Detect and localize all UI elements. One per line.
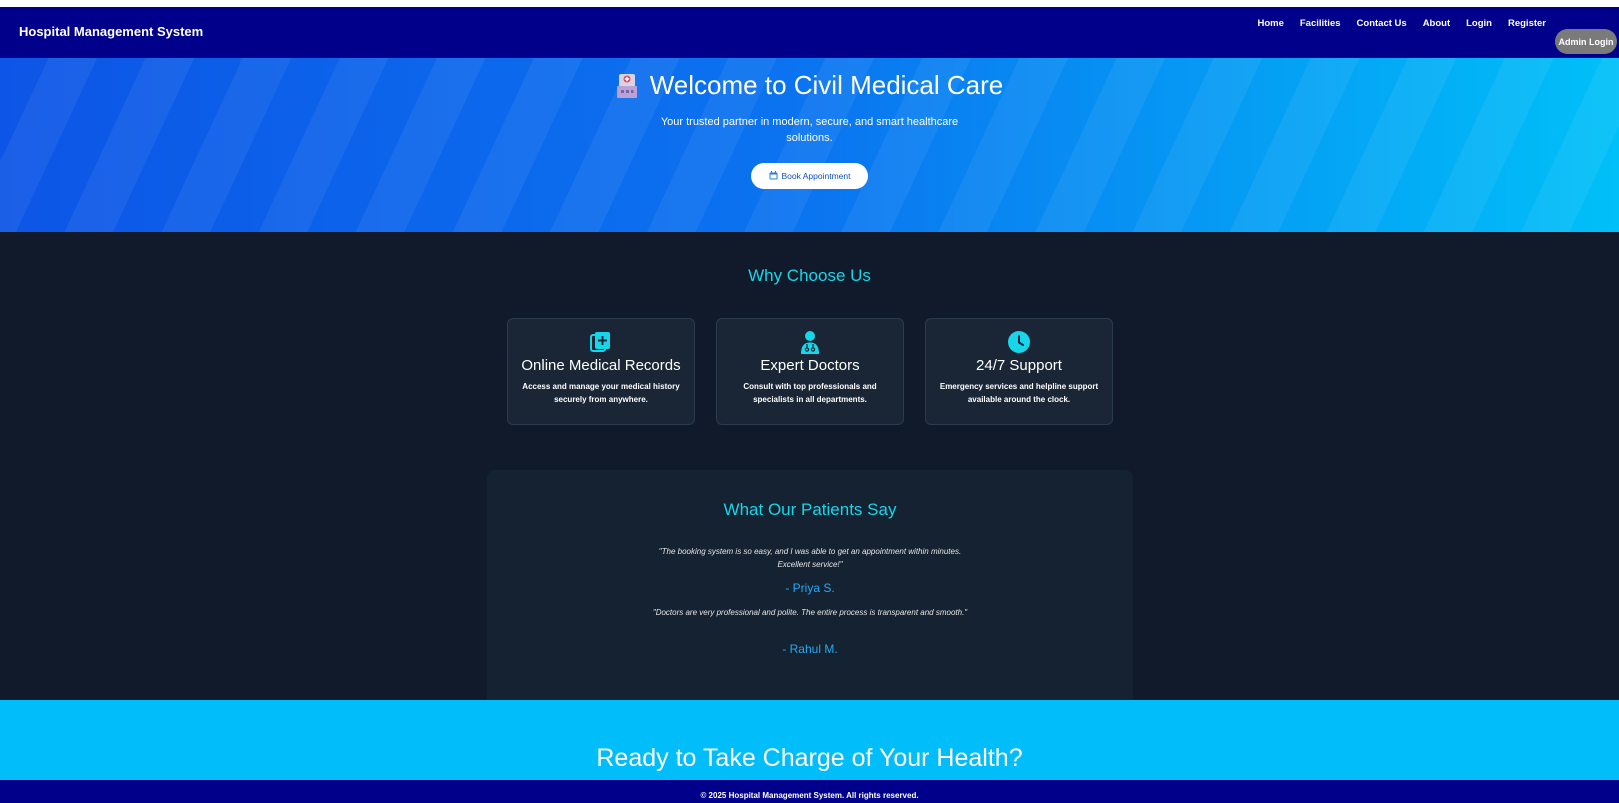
admin-login-button[interactable]: Admin Login (1555, 29, 1617, 54)
hospital-icon (616, 72, 638, 100)
cta-title: Ready to Take Charge of Your Health? (596, 744, 1023, 772)
testimonials-title: What Our Patients Say (723, 500, 897, 519)
doctor-icon (798, 330, 822, 354)
navbar: Hospital Management System Home Faciliti… (0, 7, 1619, 58)
nav-link-about[interactable]: About (1423, 18, 1450, 29)
book-appointment-button[interactable]: Book Appointment (751, 163, 868, 189)
feature-card-description: Consult with top professionals and speci… (743, 382, 877, 404)
hero-title-row: Welcome to Civil Medical Care (0, 70, 1619, 101)
hero-subtitle: Your trusted partner in modern, secure, … (660, 116, 959, 144)
testimonial-quote: "Doctors are very professional and polit… (652, 608, 968, 617)
nav-link-home[interactable]: Home (1257, 18, 1283, 29)
medical-records-icon (589, 330, 613, 354)
testimonial-author: - Rahul M. (782, 642, 838, 656)
why-choose-us-section: Why Choose Us Online Medical Records Acc… (0, 232, 1619, 700)
page: Hospital Management System Home Faciliti… (0, 0, 1619, 803)
book-appointment-label: Book Appointment (781, 171, 851, 181)
testimonial-author: - Priya S. (785, 581, 835, 595)
hero-title: Welcome to Civil Medical Care (649, 70, 1004, 100)
footer: © 2025 Hospital Management System. All r… (0, 780, 1619, 803)
testimonials-box: What Our Patients Say "The booking syste… (487, 470, 1133, 700)
feature-card-description: Access and manage your medical history s… (522, 382, 680, 404)
calendar-icon (769, 170, 778, 182)
nav-link-contact[interactable]: Contact Us (1357, 18, 1407, 29)
nav-links: Home Facilities Contact Us About Login R… (1257, 18, 1546, 29)
feature-card-expert-doctors: Expert Doctors Consult with top professi… (716, 318, 904, 425)
feature-card-title: Online Medical Records (521, 357, 681, 374)
why-choose-us-title: Why Choose Us (748, 266, 871, 285)
feature-card-description: Emergency services and helpline support … (939, 382, 1099, 404)
feature-card-medical-records: Online Medical Records Access and manage… (507, 318, 695, 425)
features-row: Online Medical Records Access and manage… (507, 318, 1113, 425)
testimonial-quote: "The booking system is so easy, and I wa… (658, 547, 962, 569)
nav-link-facilities[interactable]: Facilities (1300, 18, 1341, 29)
clock-icon (1007, 330, 1031, 354)
nav-link-login[interactable]: Login (1466, 18, 1492, 29)
feature-card-title: Expert Doctors (760, 357, 860, 374)
nav-link-register[interactable]: Register (1508, 18, 1546, 29)
cta-section: Ready to Take Charge of Your Health? (0, 700, 1619, 780)
feature-card-title: 24/7 Support (976, 357, 1062, 374)
hero-section: Welcome to Civil Medical Care Your trust… (0, 58, 1619, 232)
feature-card-support: 24/7 Support Emergency services and help… (925, 318, 1113, 425)
brand-title[interactable]: Hospital Management System (19, 24, 203, 39)
